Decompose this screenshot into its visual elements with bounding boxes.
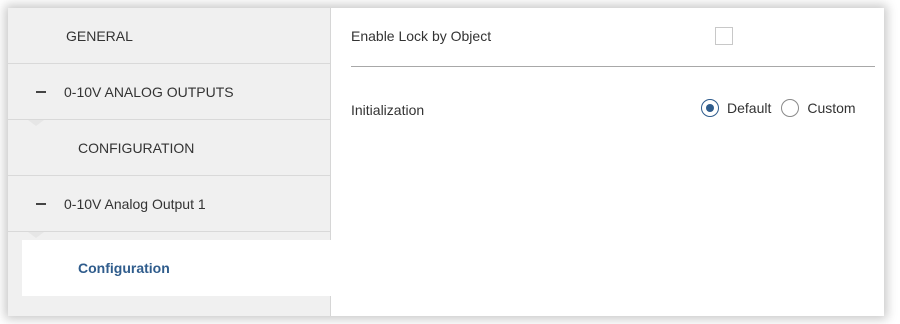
collapse-dash-icon[interactable] — [36, 90, 46, 93]
sidebar-item-configuration[interactable]: CONFIGURATION — [8, 120, 330, 176]
sidebar-item-label: 0-10V ANALOG OUTPUTS — [64, 83, 234, 100]
parameter-panel: Enable Lock by Object Initialization Def… — [330, 8, 884, 316]
initialization-radio-group: Default Custom — [701, 99, 866, 117]
collapse-dash-icon[interactable] — [36, 202, 46, 205]
radio-checked-icon[interactable] — [701, 99, 719, 117]
sidebar-item-label: Configuration — [78, 260, 170, 276]
sidebar-item-label: 0-10V Analog Output 1 — [64, 195, 206, 212]
radio-default[interactable]: Default — [701, 99, 771, 117]
initialization-label: Initialization — [351, 102, 425, 118]
lock-checkbox[interactable] — [715, 27, 733, 45]
sidebar-item-label: GENERAL — [66, 27, 133, 44]
sidebar-item-label: CONFIGURATION — [78, 139, 195, 156]
sidebar-item-output-configuration[interactable]: Configuration — [22, 240, 338, 296]
initialization-row: Initialization Default Custom — [351, 99, 884, 126]
sidebar: GENERAL 0-10V ANALOG OUTPUTS CONFIGURATI… — [8, 8, 338, 316]
radio-custom[interactable]: Custom — [781, 99, 856, 117]
radio-label: Custom — [807, 100, 856, 116]
sidebar-item-general[interactable]: GENERAL — [8, 8, 330, 64]
radio-label: Default — [727, 100, 772, 116]
parameter-window: GENERAL 0-10V ANALOG OUTPUTS CONFIGURATI… — [8, 8, 884, 316]
sidebar-item-analog-output-1[interactable]: 0-10V Analog Output 1 — [8, 176, 330, 232]
expand-notch-icon — [28, 232, 44, 238]
radio-unchecked-icon[interactable] — [781, 99, 800, 117]
lock-row: Enable Lock by Object — [351, 27, 884, 68]
sidebar-item-analog-outputs[interactable]: 0-10V ANALOG OUTPUTS — [8, 64, 330, 120]
divider — [351, 66, 875, 67]
lock-label: Enable Lock by Object — [351, 28, 492, 44]
